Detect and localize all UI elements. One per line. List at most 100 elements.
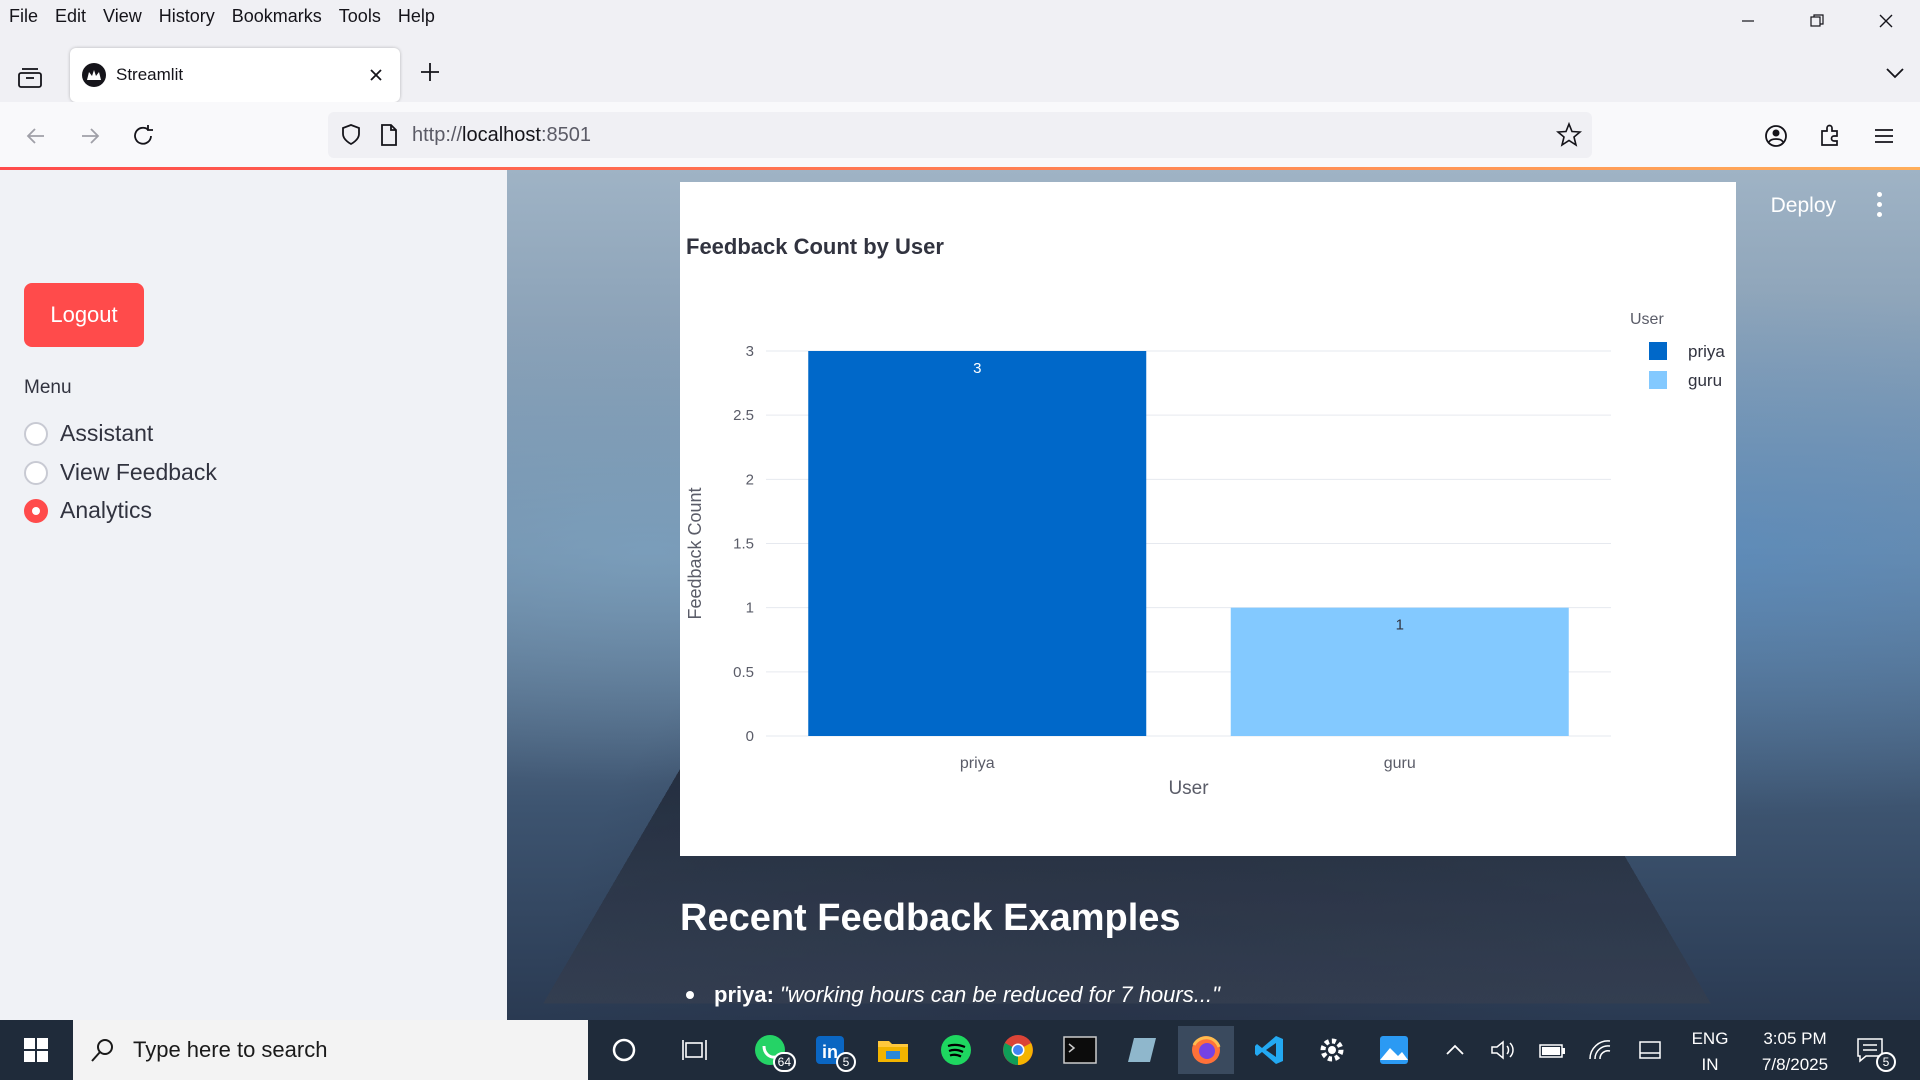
menu-edit[interactable]: Edit — [55, 6, 86, 27]
close-window-button[interactable] — [1851, 0, 1920, 42]
chevron-up-icon[interactable] — [1444, 1039, 1466, 1061]
bookmark-star-icon[interactable] — [1556, 122, 1582, 148]
notifications-badge: 5 — [1876, 1052, 1896, 1072]
radio-view-feedback[interactable]: View Feedback — [24, 459, 217, 486]
restore-button[interactable] — [1782, 0, 1851, 42]
menu-file[interactable]: File — [9, 6, 38, 27]
x-tick-label: priya — [960, 755, 995, 772]
menu-history[interactable]: History — [159, 6, 215, 27]
chrome-button[interactable] — [990, 1026, 1046, 1074]
forward-button[interactable] — [70, 116, 110, 156]
whatsapp-button[interactable]: 64 — [742, 1026, 798, 1074]
x-tick-label: guru — [1384, 755, 1416, 772]
y-axis-title: Feedback Count — [685, 487, 705, 619]
list-all-tabs-button[interactable] — [1884, 62, 1906, 89]
clock[interactable]: 3:05 PM 7/8/2025 — [1740, 1026, 1850, 1078]
app-menu-button[interactable] — [1864, 116, 1904, 156]
legend-label: priya — [1688, 342, 1725, 361]
radio-circle[interactable] — [24, 421, 48, 446]
arrow-left-icon — [26, 128, 44, 144]
clock-time: 3:05 PM — [1763, 1029, 1827, 1048]
address-bar[interactable]: http://localhost:8501 — [328, 112, 1592, 158]
logout-button[interactable]: Logout — [24, 283, 144, 347]
linkedin-button[interactable]: in 5 — [802, 1026, 858, 1074]
minimize-button[interactable] — [1713, 0, 1782, 42]
legend-swatch — [1649, 371, 1667, 389]
hamburger-icon — [1875, 129, 1893, 143]
folder-icon — [878, 1041, 908, 1062]
window-controls — [1713, 0, 1920, 42]
y-tick-label: 0.5 — [733, 664, 754, 681]
firefox-view-icon — [18, 68, 42, 88]
vscode-button[interactable] — [1241, 1026, 1297, 1074]
radio-circle[interactable] — [24, 460, 48, 485]
search-placeholder: Type here to search — [133, 1037, 328, 1062]
battery-icon[interactable] — [1538, 1039, 1566, 1061]
notifications-button[interactable]: 5 — [1842, 1026, 1898, 1074]
lang-line2: IN — [1701, 1055, 1719, 1074]
language-indicator[interactable]: ENG IN — [1688, 1026, 1732, 1078]
menu-help[interactable]: Help — [398, 6, 435, 27]
close-tab-button[interactable] — [362, 61, 390, 89]
y-tick-label: 3 — [746, 343, 754, 360]
feedback-list-item: priya: "working hours can be reduced for… — [686, 982, 1220, 1008]
chrome-icon — [1003, 1035, 1033, 1065]
close-icon — [370, 69, 382, 81]
account-button[interactable] — [1756, 116, 1796, 156]
shield-icon[interactable] — [338, 122, 364, 148]
new-tab-button[interactable] — [418, 58, 442, 92]
wifi-icon[interactable] — [1588, 1039, 1614, 1061]
legend-title: User — [1630, 311, 1664, 328]
lang-line1: ENG — [1691, 1029, 1729, 1048]
radio-analytics[interactable]: Analytics — [24, 497, 152, 524]
settings-button[interactable] — [1304, 1026, 1360, 1074]
back-button[interactable] — [16, 116, 56, 156]
tab-streamlit[interactable]: Streamlit — [70, 48, 400, 102]
menu-tools[interactable]: Tools — [339, 6, 381, 27]
menu-bookmarks[interactable]: Bookmarks — [232, 6, 322, 27]
cortana-icon — [612, 1038, 636, 1062]
firefox-button[interactable] — [1178, 1026, 1234, 1074]
cortana-button[interactable] — [596, 1026, 652, 1074]
navigation-bar: http://localhost:8501 — [0, 102, 1920, 168]
menu-label: Menu — [24, 377, 72, 398]
radio-circle-selected[interactable] — [24, 498, 48, 523]
y-tick-label: 2.5 — [733, 407, 754, 424]
radio-label: View Feedback — [60, 459, 217, 485]
spotify-icon — [941, 1035, 971, 1065]
deploy-button[interactable]: Deploy — [1771, 194, 1836, 218]
main-menu-button[interactable] — [1876, 192, 1882, 217]
app-button[interactable] — [1114, 1026, 1170, 1074]
legend-label: guru — [1688, 371, 1722, 390]
reload-button[interactable] — [124, 116, 164, 156]
vscode-icon — [1255, 1036, 1283, 1064]
task-view-button[interactable] — [667, 1026, 723, 1074]
kebab-dot — [1876, 212, 1882, 217]
restore-icon — [1809, 14, 1824, 27]
terminal-button[interactable] — [1052, 1026, 1108, 1074]
radio-label: Analytics — [60, 497, 153, 523]
account-icon — [1765, 125, 1787, 147]
chart-card: Feedback Count by User 0 0.5 1 1.5 2 2.5 3 3 pri… — [680, 182, 1736, 856]
start-button[interactable] — [0, 1020, 72, 1080]
volume-icon[interactable] — [1490, 1039, 1516, 1061]
taskbar-search[interactable]: Type here to search — [73, 1020, 588, 1080]
system-tray — [1440, 1020, 1662, 1080]
sidebar: Logout Menu Assistant View Feedback Anal… — [0, 170, 507, 1020]
clock-date: 7/8/2025 — [1761, 1055, 1829, 1074]
file-explorer-button[interactable] — [865, 1026, 921, 1074]
minimize-icon — [1741, 20, 1754, 22]
extensions-button[interactable] — [1810, 116, 1850, 156]
data-label: 1 — [1396, 617, 1404, 634]
feedback-text: "working hours can be reduced for 7 hour… — [779, 982, 1220, 1007]
radio-assistant[interactable]: Assistant — [24, 420, 153, 447]
radio-label: Assistant — [60, 420, 154, 446]
tab-title: Streamlit — [116, 65, 184, 84]
firefox-view-button[interactable] — [12, 60, 48, 96]
tablet-mode-icon[interactable] — [1638, 1039, 1662, 1061]
photos-button[interactable] — [1366, 1026, 1422, 1074]
menu-view[interactable]: View — [103, 6, 142, 27]
task-view-icon — [682, 1040, 707, 1060]
spotify-button[interactable] — [928, 1026, 984, 1074]
firefox-icon — [1192, 1036, 1221, 1064]
